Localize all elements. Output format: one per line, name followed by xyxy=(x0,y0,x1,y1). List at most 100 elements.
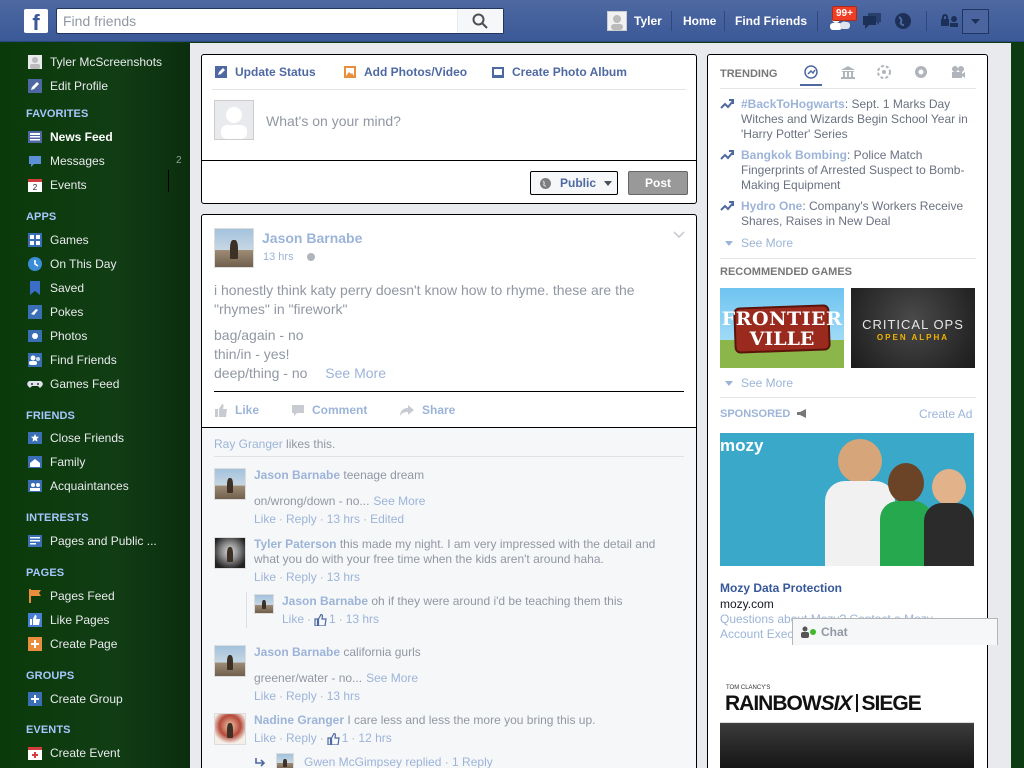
science-icon[interactable] xyxy=(877,65,891,79)
comment-time[interactable]: 13 hrs xyxy=(346,612,379,627)
sidebar-item-create-event[interactable]: Create Event xyxy=(27,744,120,762)
ad2-image[interactable]: TOM CLANCY'S RAINBOWSIX SIEGE xyxy=(720,681,974,768)
search-button[interactable] xyxy=(457,9,503,33)
sidebar-item-family[interactable]: Family xyxy=(27,453,85,471)
comment-like-link[interactable]: Like xyxy=(282,612,304,627)
search-input[interactable] xyxy=(63,12,453,30)
home-link[interactable]: Home xyxy=(683,14,716,28)
post-button[interactable]: Post xyxy=(628,171,688,195)
trending-topic[interactable]: Hydro One xyxy=(741,199,802,213)
comment-reply-link[interactable]: Reply xyxy=(286,731,317,746)
reply-thread[interactable]: Gwen McGimpsey replied · 1 Reply xyxy=(254,753,493,768)
update-status-tab[interactable]: Update Status xyxy=(214,65,316,79)
sidebar-item-label: Family xyxy=(50,455,86,469)
see-more-games[interactable]: See More xyxy=(725,376,793,390)
comment-time[interactable]: 13 hrs xyxy=(327,512,360,527)
sidebar-item-games[interactable]: Games xyxy=(27,231,89,249)
comment-likes[interactable]: 1 xyxy=(314,612,336,627)
trending-item[interactable]: Hydro One: Company's Workers Receive Sha… xyxy=(720,199,980,229)
sidebar-item-find-friends[interactable]: Find Friends xyxy=(27,351,117,369)
comment-avatar[interactable] xyxy=(214,468,246,500)
reply-thread-line xyxy=(246,592,247,628)
share-button[interactable]: Share xyxy=(399,403,455,417)
sidebar-item-pokes[interactable]: Pokes xyxy=(27,303,83,321)
comment-likes[interactable]: 1 xyxy=(327,731,348,746)
sidebar-item-create-page[interactable]: Create Page xyxy=(27,635,117,653)
sidebar-item-games-feed[interactable]: Games Feed xyxy=(27,375,119,393)
sidebar-item-acquaintances[interactable]: Acquaintances xyxy=(27,477,129,495)
comment-like-link[interactable]: Like xyxy=(254,689,276,704)
comment-button[interactable]: Comment xyxy=(291,403,367,417)
story-author[interactable]: Jason Barnabe xyxy=(262,230,362,246)
see-more-link[interactable]: See More xyxy=(373,494,425,508)
chat-bar[interactable]: Chat xyxy=(792,618,998,645)
find-friends-link[interactable]: Find Friends xyxy=(735,14,807,28)
comment-reply-link[interactable]: Reply xyxy=(286,512,317,527)
see-more-link[interactable]: See More xyxy=(325,365,386,381)
messages-icon[interactable] xyxy=(860,10,884,32)
sports-icon[interactable] xyxy=(914,65,928,79)
comment-reply-link[interactable]: Reply xyxy=(286,570,317,585)
sidebar-item-on-this-day[interactable]: On This Day xyxy=(27,255,116,273)
sidebar-item-edit-profile[interactable]: Edit Profile xyxy=(27,77,108,95)
comment-avatar[interactable] xyxy=(214,537,246,569)
trending-top-icon[interactable] xyxy=(804,65,818,79)
sidebar-item-like-pages[interactable]: Like Pages xyxy=(27,611,109,629)
privacy-icon[interactable] xyxy=(938,10,962,32)
sidebar-item-pages-feed[interactable]: Pages Feed xyxy=(27,587,115,605)
comment-avatar[interactable] xyxy=(214,645,246,677)
audience-selector[interactable]: Public xyxy=(530,171,618,195)
comment-time[interactable]: 13 hrs xyxy=(327,689,360,704)
trending-item[interactable]: Bangkok Bombing: Police Match Fingerprin… xyxy=(720,148,980,193)
notifications-globe-icon[interactable] xyxy=(892,10,916,32)
game-critical-ops[interactable]: CRITICAL OPS OPEN ALPHA xyxy=(851,288,975,368)
comment-author[interactable]: Jason Barnabe xyxy=(254,468,340,482)
comment-edited-link[interactable]: Edited xyxy=(370,512,404,527)
sidebar-item-pages-and-public[interactable]: Pages and Public ... xyxy=(27,532,157,550)
status-input[interactable]: What's on your mind? xyxy=(266,113,401,129)
liker-name[interactable]: Ray Granger xyxy=(214,437,283,451)
account-menu-button[interactable] xyxy=(962,9,989,34)
author-avatar[interactable] xyxy=(214,228,254,268)
comment-author[interactable]: Jason Barnabe xyxy=(254,645,340,659)
trending-topic[interactable]: Bangkok Bombing xyxy=(741,148,847,162)
sidebar-item-messages[interactable]: Messages xyxy=(27,152,105,170)
comment-time[interactable]: 13 hrs xyxy=(327,570,360,585)
politics-icon[interactable] xyxy=(840,65,856,79)
comment-author[interactable]: Jason Barnabe xyxy=(282,594,368,608)
sidebar-item-close-friends[interactable]: Close Friends xyxy=(27,429,124,447)
see-more-trending[interactable]: See More xyxy=(725,236,793,250)
add-photos-tab[interactable]: Add Photos/Video xyxy=(343,65,467,79)
sidebar-item-create-group[interactable]: Create Group xyxy=(27,690,123,708)
sidebar-item-news-feed[interactable]: News Feed xyxy=(27,128,113,146)
comment-like-link[interactable]: Like xyxy=(254,570,276,585)
comment-actions: Like · Reply · 13 hrs · Edited xyxy=(254,512,672,527)
sidebar-item-saved[interactable]: Saved xyxy=(27,279,84,297)
facebook-logo[interactable]: f xyxy=(24,9,48,33)
ad-image[interactable]: mozy xyxy=(720,433,974,566)
create-ad-link[interactable]: Create Ad xyxy=(919,407,972,421)
trending-item[interactable]: #BackToHogwarts: Sept. 1 Marks Day Witch… xyxy=(720,97,980,142)
trending-topic[interactable]: #BackToHogwarts xyxy=(741,97,845,111)
comment-avatar[interactable] xyxy=(254,594,274,614)
sidebar-item-tyler-mcscreenshots[interactable]: Tyler McScreenshots xyxy=(27,53,162,71)
comment-like-link[interactable]: Like xyxy=(254,731,276,746)
comment-avatar[interactable] xyxy=(214,713,246,745)
comment-reply-link[interactable]: Reply xyxy=(286,689,317,704)
sidebar-item-photos[interactable]: Photos xyxy=(27,327,87,345)
entertainment-icon[interactable] xyxy=(950,65,966,79)
comment-author[interactable]: Nadine Granger xyxy=(254,713,344,727)
sidebar-item-label: Pages and Public ... xyxy=(50,534,157,548)
user-name-link[interactable]: Tyler xyxy=(634,14,662,28)
see-more-link[interactable]: See More xyxy=(366,671,418,685)
game-frontierville[interactable]: FRONTIER VILLE xyxy=(720,288,844,368)
story-time[interactable]: 13 hrs xyxy=(263,251,294,263)
comment-author[interactable]: Tyler Paterson xyxy=(254,537,336,551)
comment-like-link[interactable]: Like xyxy=(254,512,276,527)
ad-title[interactable]: Mozy Data Protection xyxy=(720,581,842,595)
create-album-tab[interactable]: Create Photo Album xyxy=(491,65,627,79)
comment-time[interactable]: 12 hrs xyxy=(358,731,391,746)
sidebar-item-events[interactable]: 2 Events xyxy=(27,176,87,194)
chevron-down-icon[interactable] xyxy=(672,230,686,240)
like-button[interactable]: Like xyxy=(214,403,259,417)
